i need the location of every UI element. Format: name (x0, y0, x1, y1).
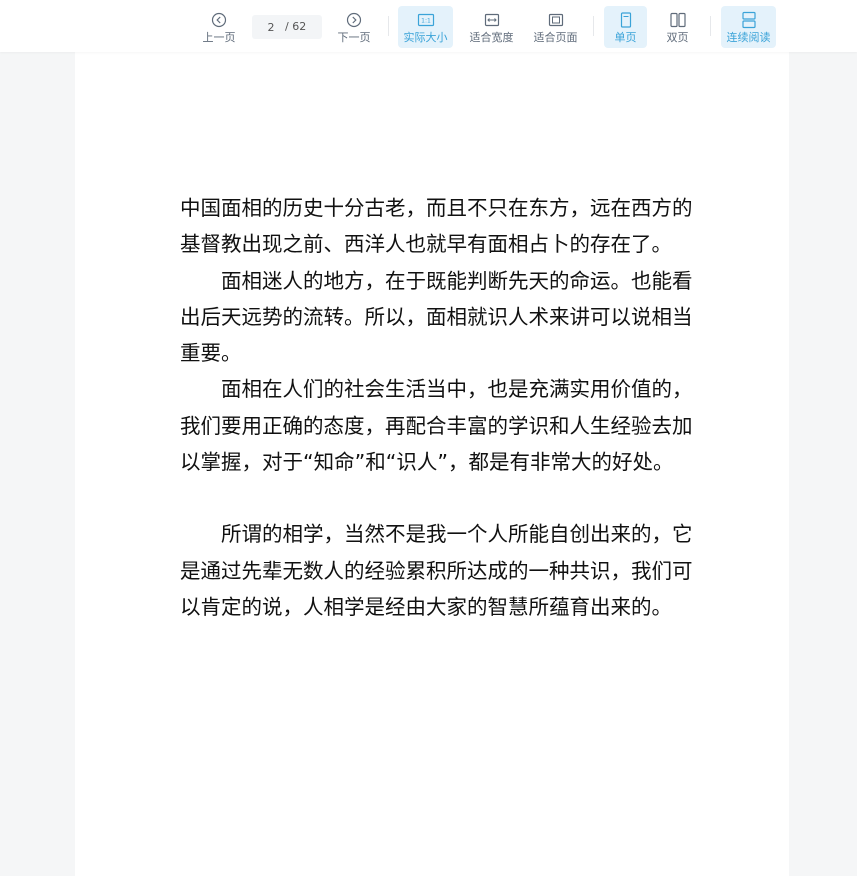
double-page-icon (669, 12, 686, 28)
single-page-button[interactable]: 单页 (604, 6, 647, 48)
single-page-icon (620, 12, 631, 28)
fit-page-button[interactable]: 适合页面 (528, 6, 583, 48)
fit-width-button[interactable]: 适合宽度 (464, 6, 519, 48)
paragraph: 所谓的相学，当然不是我一个人所能自创出来的，它是通过先辈无数人的经验累积所达成的… (180, 522, 693, 619)
page-text-content: 中国面相的历史十分古老，而且不只在东方，远在西方的基督教出现之前、西洋人也就早有… (180, 190, 700, 625)
continuous-reading-label: 连续阅读 (726, 31, 771, 44)
chevron-left-circle-icon (211, 12, 227, 28)
prev-page-button[interactable]: 上一页 (198, 6, 240, 48)
fit-page-label: 适合页面 (533, 31, 578, 44)
fit-width-icon (484, 13, 499, 27)
continuous-reading-button[interactable]: 连续阅读 (721, 6, 776, 48)
paragraph: 面相在人们的社会生活当中，也是充满实用价值的，我们要用正确的态度，再配合丰富的学… (180, 377, 693, 475)
svg-text:1:1: 1:1 (421, 18, 431, 25)
continuous-scroll-icon (741, 11, 756, 29)
double-page-button[interactable]: 双页 (656, 6, 699, 48)
toolbar-divider (388, 16, 389, 36)
double-page-label: 双页 (666, 31, 689, 44)
actual-size-icon: 1:1 (417, 13, 434, 27)
fit-page-icon (548, 13, 563, 27)
single-page-label: 单页 (614, 31, 637, 44)
actual-size-button[interactable]: 1:1 实际大小 (398, 6, 453, 48)
prev-page-label: 上一页 (202, 31, 236, 44)
current-page-input[interactable] (262, 19, 280, 35)
total-pages: / 62 (285, 20, 307, 33)
paragraph: 中国面相的历史十分古老，而且不只在东方，远在西方的基督教出现之前、西洋人也就早有… (180, 196, 693, 257)
next-page-label: 下一页 (337, 31, 371, 44)
viewer-toolbar: 上一页 / 62 下一页 1:1 实际大小 适合宽度 适合页面 (0, 0, 857, 52)
toolbar-divider (710, 16, 711, 36)
paragraph: 面相迷人的地方，在于既能判断先天的命运。也能看出后天远势的流转。所以，面相就识人… (180, 268, 693, 366)
actual-size-label: 实际大小 (403, 31, 448, 44)
fit-width-label: 适合宽度 (469, 31, 514, 44)
next-page-button[interactable]: 下一页 (333, 6, 375, 48)
page-number-box: / 62 (252, 15, 322, 39)
chevron-right-circle-icon (346, 12, 362, 28)
document-page: 中国面相的历史十分古老，而且不只在东方，远在西方的基督教出现之前、西洋人也就早有… (75, 52, 789, 876)
toolbar-divider (593, 16, 594, 36)
